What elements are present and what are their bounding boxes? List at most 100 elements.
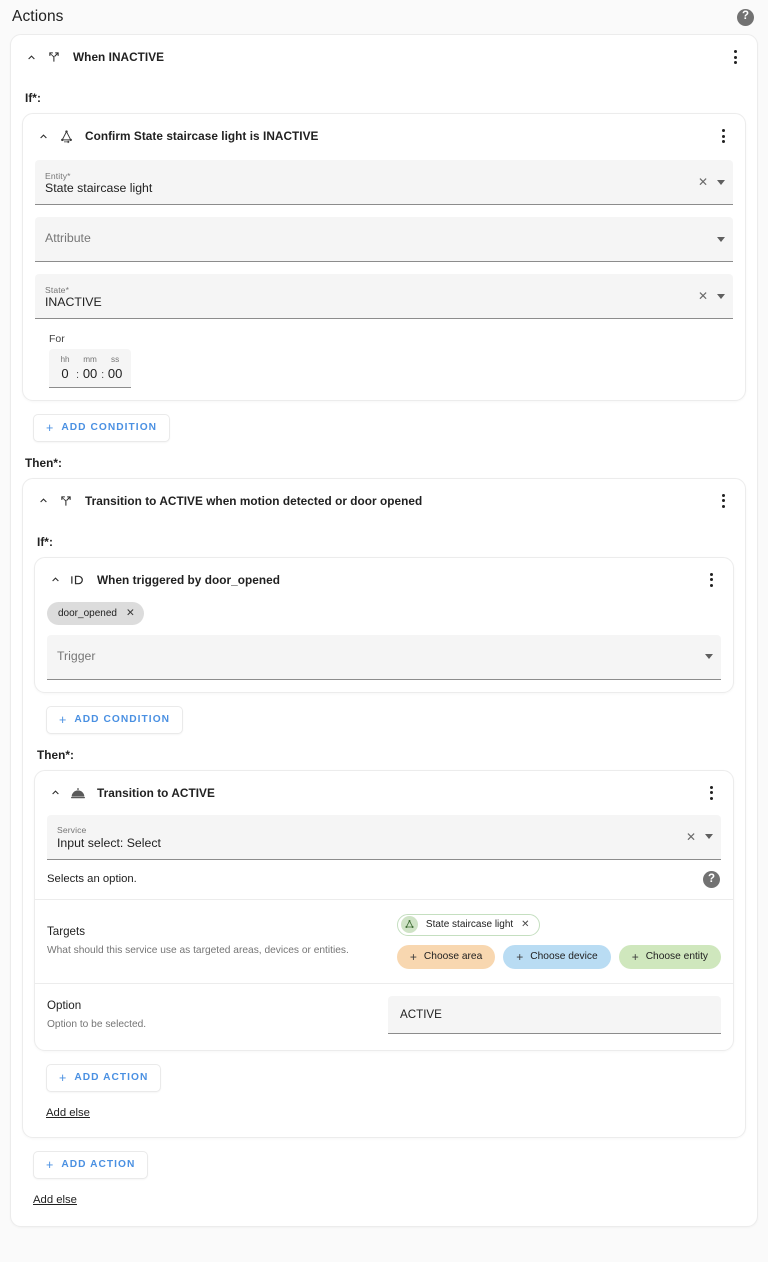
plus-icon: + [46, 420, 55, 435]
when-inactive-header[interactable]: When INACTIVE [11, 35, 757, 77]
service-field-value: Input select: Select [57, 836, 161, 851]
attribute-field-placeholder: Attribute [45, 231, 91, 245]
option-value: ACTIVE [400, 1007, 442, 1021]
duration-hours[interactable]: hh 0 [57, 355, 73, 382]
plus-icon: + [46, 1157, 55, 1172]
duration-seconds-caption: ss [111, 355, 120, 364]
close-icon[interactable]: ✕ [521, 919, 529, 930]
call-split-icon [43, 47, 65, 67]
state-condition-icon [55, 126, 77, 146]
nested-block-header[interactable]: Transition to ACTIVE when motion detecte… [23, 479, 745, 521]
duration-seconds[interactable]: ss 00 [107, 355, 123, 382]
duration-minutes-value: 00 [82, 365, 98, 381]
caret-down-icon[interactable] [717, 236, 725, 242]
chevron-up-icon[interactable] [45, 570, 65, 590]
plus-icon: + [409, 949, 417, 964]
choose-entity-label: Choose entity [645, 951, 708, 963]
for-label: For [49, 333, 65, 345]
service-field-label: Service [57, 825, 87, 836]
overflow-menu-icon[interactable] [701, 781, 721, 805]
trigger-select-field[interactable]: Trigger [47, 634, 721, 680]
add-else-link[interactable]: Add else [33, 1194, 77, 1206]
choose-area-button[interactable]: + Choose area [396, 944, 496, 969]
overflow-menu-icon[interactable] [713, 489, 733, 513]
option-title: Option [47, 998, 82, 1012]
chevron-up-icon[interactable] [33, 491, 53, 511]
trigger-field-placeholder: Trigger [57, 648, 96, 663]
caret-down-icon[interactable] [717, 179, 725, 185]
state-field-label: State* [45, 284, 70, 295]
then-label: Then*: [25, 455, 62, 470]
help-circle-icon[interactable]: ? [703, 870, 720, 888]
overflow-menu-icon[interactable] [725, 45, 745, 69]
overflow-menu-icon[interactable] [701, 568, 721, 592]
choose-entity-button[interactable]: + Choose entity [618, 944, 721, 969]
page-header: Actions ? [0, 0, 768, 34]
trigger-chip-label: door_opened [58, 607, 117, 619]
close-icon[interactable]: ✕ [698, 176, 708, 188]
targets-title: Targets [47, 925, 86, 939]
choose-device-button[interactable]: + Choose device [503, 944, 611, 969]
service-description-row: Selects an option. ? [35, 860, 733, 899]
plus-icon: + [631, 949, 639, 964]
close-icon[interactable]: ✕ [686, 831, 696, 843]
targets-description: What should this service use as targeted… [47, 945, 349, 957]
add-action-button[interactable]: + ADD ACTION [33, 1150, 149, 1179]
trigger-chip[interactable]: door_opened ✕ [47, 601, 144, 625]
duration-minutes[interactable]: mm 00 [82, 355, 98, 382]
duration-seconds-value: 00 [107, 365, 123, 381]
add-action-label: ADD ACTION [61, 1159, 136, 1171]
choose-device-label: Choose device [530, 951, 598, 963]
add-condition-label: ADD CONDITION [61, 422, 158, 434]
caret-down-icon[interactable] [705, 654, 713, 660]
add-action-button[interactable]: + ADD ACTION [46, 1063, 162, 1092]
then-label: Then*: [37, 747, 74, 762]
card-title: When triggered by door_opened [97, 572, 280, 587]
add-condition-button[interactable]: + ADD CONDITION [33, 413, 171, 442]
target-entity-chip[interactable]: State staircase light ✕ [396, 913, 540, 936]
nested-transition-block: Transition to ACTIVE when motion detecte… [22, 477, 746, 1138]
option-input[interactable]: ACTIVE [388, 995, 721, 1034]
attribute-field[interactable]: Attribute [35, 217, 733, 262]
duration-separator: : [76, 368, 80, 381]
state-field-value: INACTIVE [45, 295, 102, 310]
close-icon[interactable]: ✕ [698, 290, 708, 302]
target-pickers: + Choose area + Choose device + Choose e… [396, 944, 721, 969]
card-title: Transition to ACTIVE when motion detecte… [85, 493, 423, 508]
caret-down-icon[interactable] [705, 834, 713, 840]
close-icon[interactable]: ✕ [126, 608, 135, 619]
call-split-icon [55, 491, 77, 511]
add-else-link[interactable]: Add else [46, 1107, 90, 1119]
caret-down-icon[interactable] [717, 293, 725, 299]
state-entity-icon [400, 916, 418, 934]
card-title: Confirm State staircase light is INACTIV… [85, 129, 319, 143]
overflow-menu-icon[interactable] [713, 124, 733, 148]
service-action-header[interactable]: Transition to ACTIVE [35, 771, 733, 813]
if-label: If*: [37, 534, 53, 549]
duration-minutes-caption: mm [83, 355, 97, 364]
add-condition-button[interactable]: + ADD CONDITION [46, 705, 184, 734]
duration-hours-value: 0 [61, 365, 69, 381]
state-condition-header[interactable]: Confirm State staircase light is INACTIV… [23, 114, 745, 156]
card-title: When INACTIVE [73, 50, 165, 64]
add-action-label: ADD ACTION [74, 1072, 149, 1084]
trigger-condition-header[interactable]: When triggered by door_opened [35, 558, 733, 600]
chevron-up-icon[interactable] [21, 47, 41, 67]
entity-field[interactable]: Entity* State staircase light ✕ [35, 160, 733, 205]
plus-icon: + [516, 949, 524, 964]
when-inactive-block: When INACTIVE If*: Confirm State stairca… [10, 34, 758, 1227]
plus-icon: + [59, 1070, 68, 1085]
service-dome-icon [67, 783, 89, 803]
chevron-up-icon[interactable] [45, 783, 65, 803]
plus-icon: + [59, 712, 68, 727]
entity-field-value: State staircase light [45, 181, 153, 196]
state-field[interactable]: State* INACTIVE ✕ [35, 274, 733, 319]
if-label: If*: [25, 91, 41, 105]
target-entity-label: State staircase light [425, 919, 514, 931]
choose-area-label: Choose area [423, 951, 483, 963]
duration-input[interactable]: hh 0 : mm 00 : ss 00 [49, 349, 132, 388]
service-field[interactable]: Service Input select: Select ✕ [47, 814, 721, 860]
chevron-up-icon[interactable] [33, 126, 53, 146]
help-circle-icon[interactable]: ? [737, 8, 754, 26]
trigger-condition-card: When triggered by door_opened door_opene… [34, 556, 734, 693]
